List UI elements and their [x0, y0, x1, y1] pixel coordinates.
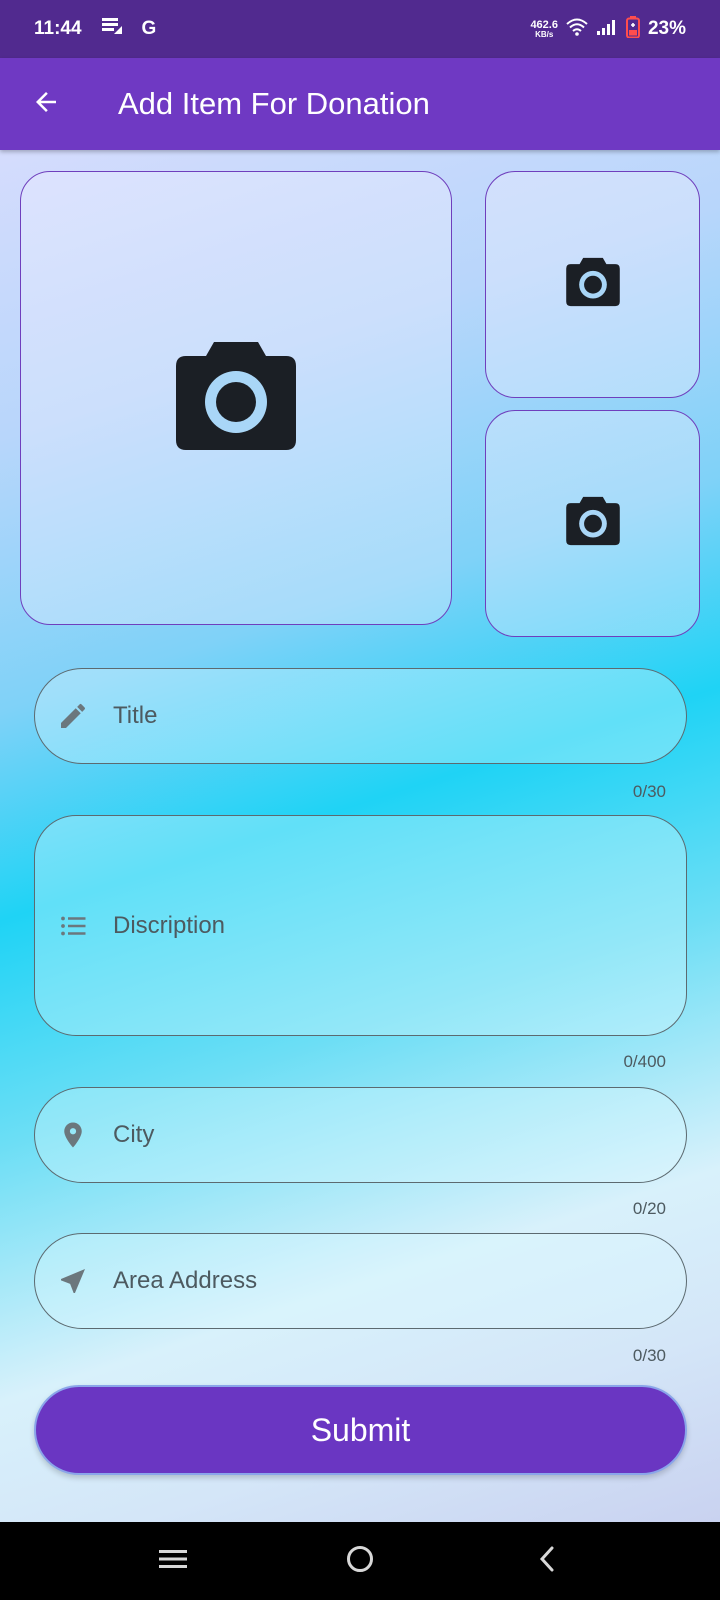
camera-icon — [565, 257, 621, 312]
data-saver-icon — [100, 16, 124, 42]
city-field[interactable]: City — [34, 1087, 687, 1183]
back-button[interactable] — [22, 80, 70, 128]
area-address-placeholder: Area Address — [113, 1267, 258, 1294]
recent-apps-button[interactable] — [143, 1531, 203, 1591]
carrier-letter: G — [141, 18, 157, 39]
pencil-icon — [53, 700, 93, 732]
submit-label: Submit — [310, 1411, 411, 1448]
description-counter: 0/400 — [623, 1052, 666, 1071]
status-right: 462.6 KB/s 23% — [530, 15, 686, 43]
list-icon — [53, 911, 93, 941]
status-time: 11:44 — [34, 18, 82, 39]
title-field[interactable]: Title — [34, 668, 687, 764]
area-address-field[interactable]: Area Address — [34, 1233, 687, 1329]
page-title: Add Item For Donation — [118, 86, 430, 121]
main-photo-picker[interactable] — [20, 171, 452, 625]
battery-percent: 23% — [647, 18, 686, 39]
description-field[interactable]: Discription — [34, 815, 687, 1036]
area-address-counter: 0/30 — [632, 1346, 666, 1365]
back-nav-button[interactable] — [517, 1531, 577, 1591]
arrow-back-icon — [31, 87, 61, 122]
photo-picker-3[interactable] — [485, 410, 700, 637]
title-placeholder: Title — [113, 702, 158, 729]
wifi-icon — [566, 18, 588, 41]
signal-icon — [596, 18, 618, 41]
title-counter: 0/30 — [632, 782, 666, 801]
net-speed-unit: KB/s — [535, 29, 554, 39]
net-speed: 462.6 KB/s — [530, 18, 558, 39]
status-bar: 11:44 G 462.6 KB/s 23% — [0, 0, 720, 58]
net-speed-value: 462.6 — [530, 18, 558, 31]
battery-icon — [625, 15, 640, 43]
camera-icon — [565, 496, 621, 551]
system-nav-bar — [0, 1522, 720, 1600]
location-pin-icon — [53, 1118, 93, 1152]
city-counter: 0/20 — [632, 1199, 666, 1218]
status-left: 11:44 G — [34, 16, 156, 42]
back-nav-icon — [535, 1544, 559, 1579]
menu-icon — [158, 1547, 188, 1576]
submit-button[interactable]: Submit — [34, 1385, 687, 1475]
app-bar: Add Item For Donation — [0, 58, 720, 150]
navigation-arrow-icon — [53, 1265, 93, 1297]
camera-icon — [174, 340, 298, 457]
description-placeholder: Discription — [113, 911, 226, 939]
home-icon — [345, 1544, 375, 1579]
main-content: Title 0/30 Discription 0/400 City 0/20 A… — [0, 150, 720, 1522]
home-button[interactable] — [330, 1531, 390, 1591]
photo-picker-2[interactable] — [485, 171, 700, 398]
city-placeholder: City — [113, 1121, 155, 1148]
